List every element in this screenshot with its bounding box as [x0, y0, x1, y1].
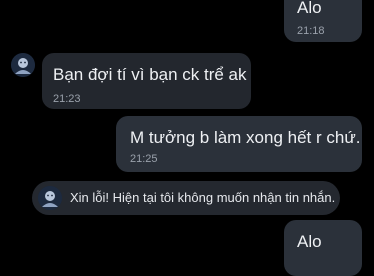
message-text: Bạn đợi tí vì bạn ck trể ak — [53, 65, 247, 84]
incoming-message-bubble[interactable]: Bạn đợi tí vì bạn ck trể ak 21:23 — [42, 53, 251, 109]
message-timestamp: 21:23 — [53, 93, 81, 105]
message-timestamp: 21:18 — [297, 25, 325, 37]
message-text: Alo — [297, 0, 322, 17]
auto-reply-text: Xin lỗi! Hiện tại tôi không muốn nhận ti… — [70, 190, 336, 205]
contact-avatar-icon[interactable] — [11, 53, 35, 77]
auto-reply-notice: Xin lỗi! Hiện tại tôi không muốn nhận ti… — [32, 181, 340, 215]
outgoing-message-bubble[interactable]: Alo 21:18 — [284, 0, 362, 42]
outgoing-message-bubble[interactable]: Alo — [284, 220, 362, 276]
message-text: M tưởng b làm xong hết r chứ. — [130, 128, 361, 147]
message-text: Alo — [297, 232, 322, 251]
message-timestamp: 21:25 — [130, 153, 158, 165]
contact-avatar-icon[interactable] — [38, 186, 62, 210]
outgoing-message-bubble[interactable]: M tưởng b làm xong hết r chứ. 21:25 — [116, 116, 362, 172]
